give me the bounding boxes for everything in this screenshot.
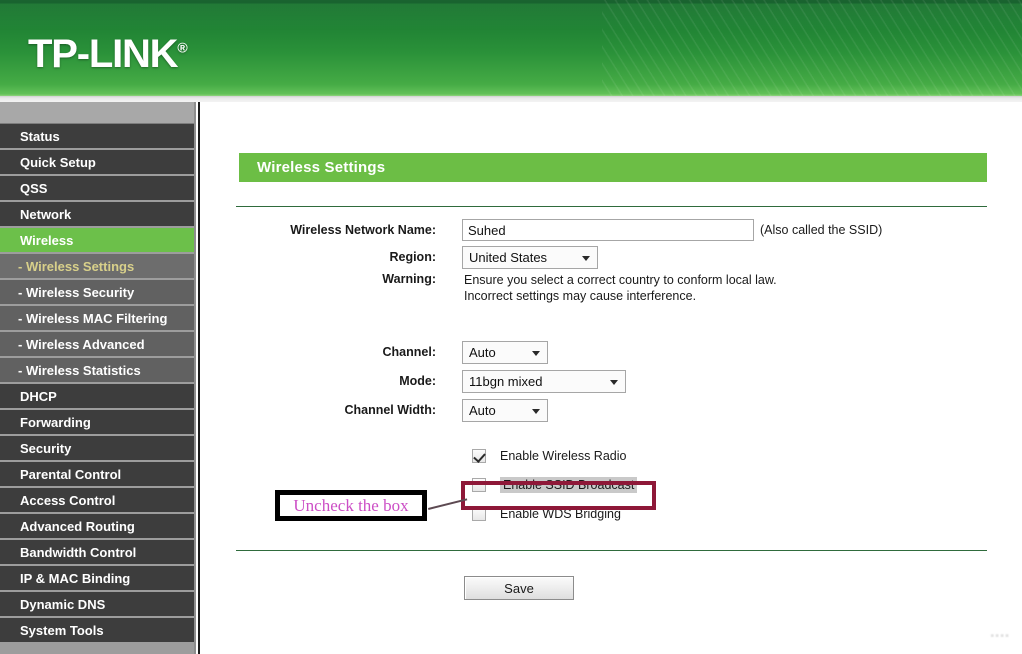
checkbox-enable-ssid-broadcast[interactable] <box>472 478 486 492</box>
header-diagonal-texture <box>602 0 1022 96</box>
ssid-input[interactable] <box>462 219 754 241</box>
channel-width-select[interactable]: Auto <box>462 399 548 422</box>
sidebar-item-advanced-routing[interactable]: Advanced Routing <box>0 514 194 540</box>
warning-label: Warning: <box>382 272 436 286</box>
checkbox-label-enable-wireless-radio: Enable Wireless Radio <box>500 449 627 463</box>
chevron-down-icon <box>582 255 590 261</box>
checkbox-label-enable-wds-bridging: Enable WDS Bridging <box>500 507 621 521</box>
warning-line-2: Incorrect settings may cause interferenc… <box>464 289 697 303</box>
watermark: ▪▪▪▪ <box>990 630 1010 642</box>
sidebar-item-wireless-statistics[interactable]: - Wireless Statistics <box>0 358 194 384</box>
main-content: Wireless Settings Wireless Network Name:… <box>198 102 1022 654</box>
sidebar-item-wireless-advanced[interactable]: - Wireless Advanced <box>0 332 194 358</box>
region-label: Region: <box>389 250 436 264</box>
sidebar-top-spacer <box>0 102 194 124</box>
sidebar-item-wireless-settings[interactable]: - Wireless Settings <box>0 254 194 280</box>
sidebar-item-system-tools[interactable]: System Tools <box>0 618 194 644</box>
chevron-down-icon <box>532 350 540 356</box>
checkbox-enable-wds-bridging[interactable] <box>472 507 486 521</box>
sidebar-item-quick-setup[interactable]: Quick Setup <box>0 150 194 176</box>
region-select-wrap: United States <box>462 246 598 269</box>
checkbox-row-enable-wireless-radio: Enable Wireless Radio <box>472 445 626 467</box>
page-header: TP-LINK® <box>0 0 1022 96</box>
checkbox-enable-wireless-radio[interactable] <box>472 449 486 463</box>
sidebar-item-wireless-mac-filtering[interactable]: - Wireless MAC Filtering <box>0 306 194 332</box>
mode-label: Mode: <box>399 374 436 388</box>
brand-name: TP-LINK <box>28 32 179 76</box>
region-selected-value: United States <box>469 250 548 265</box>
checkbox-row-enable-wds-bridging: Enable WDS Bridging <box>472 503 621 525</box>
checkbox-label-enable-ssid-broadcast: Enable SSID Broadcast <box>500 477 638 493</box>
channel-selected-value: Auto <box>469 345 496 360</box>
sidebar-item-security[interactable]: Security <box>0 436 194 462</box>
channel-width-select-wrap: Auto <box>462 399 548 422</box>
registered-mark-icon: ® <box>177 39 188 56</box>
region-select[interactable]: United States <box>462 246 598 269</box>
sidebar-navigation: Status Quick Setup QSS Network Wireless - Wir… <box>0 102 196 654</box>
channel-select-wrap: Auto <box>462 341 548 364</box>
sidebar-item-forwarding[interactable]: Forwarding <box>0 410 194 436</box>
channel-width-label: Channel Width: <box>344 403 436 417</box>
channel-width-selected-value: Auto <box>469 403 496 418</box>
sidebar-item-wireless-security[interactable]: - Wireless Security <box>0 280 194 306</box>
annotation-callout-text: Uncheck the box <box>293 496 409 515</box>
sidebar-item-bandwidth-control[interactable]: Bandwidth Control <box>0 540 194 566</box>
sidebar-item-dynamic-dns[interactable]: Dynamic DNS <box>0 592 194 618</box>
sidebar-item-qss[interactable]: QSS <box>0 176 194 202</box>
channel-select[interactable]: Auto <box>462 341 548 364</box>
chevron-down-icon <box>532 408 540 414</box>
divider-bottom <box>236 550 987 551</box>
sidebar-item-ip-and-mac-binding[interactable]: IP & MAC Binding <box>0 566 194 592</box>
chevron-down-icon <box>610 379 618 385</box>
sidebar-item-network[interactable]: Network <box>0 202 194 228</box>
sidebar-item-list: Status Quick Setup QSS Network Wireless - Wir… <box>0 124 194 644</box>
divider-top <box>236 206 987 207</box>
mode-select-wrap: 11bgn mixed <box>462 370 626 393</box>
sidebar-item-access-control[interactable]: Access Control <box>0 488 194 514</box>
mode-select[interactable]: 11bgn mixed <box>462 370 626 393</box>
annotation-callout: Uncheck the box <box>275 490 427 521</box>
checkbox-row-enable-ssid-broadcast: Enable SSID Broadcast <box>472 474 638 496</box>
page-title: Wireless Settings <box>239 153 987 182</box>
header-sheen <box>0 0 1022 30</box>
tplink-logo: TP-LINK® <box>28 34 188 74</box>
mode-selected-value: 11bgn mixed <box>469 374 543 389</box>
warning-line-1: Ensure you select a correct country to c… <box>464 273 777 287</box>
router-admin-page: TP-LINK® Status Quick Setup QSS Network Wire… <box>0 0 1022 654</box>
channel-label: Channel: <box>382 345 436 359</box>
sidebar-item-parental-control[interactable]: Parental Control <box>0 462 194 488</box>
sidebar-item-status[interactable]: Status <box>0 124 194 150</box>
sidebar-item-wireless[interactable]: Wireless <box>0 228 194 254</box>
sidebar-item-dhcp[interactable]: DHCP <box>0 384 194 410</box>
annotation-connector-line <box>428 498 468 510</box>
ssid-hint: (Also called the SSID) <box>760 223 883 237</box>
ssid-label: Wireless Network Name: <box>290 223 436 237</box>
save-button[interactable]: Save <box>464 576 574 600</box>
